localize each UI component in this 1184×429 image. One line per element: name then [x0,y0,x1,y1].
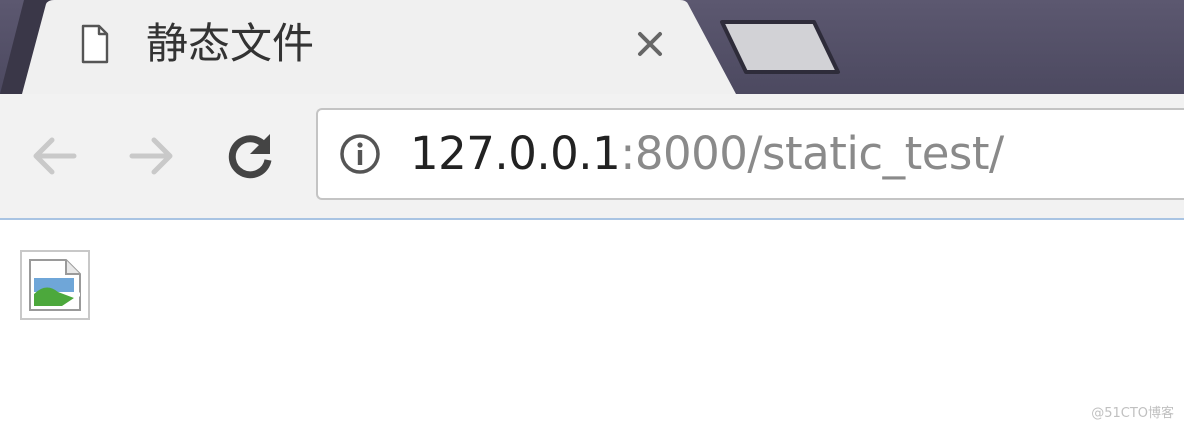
browser-window: 静态文件 127.0.0.1:8000/static_test/ @51CTO博… [0,0,1184,429]
broken-image-icon [20,250,90,320]
info-icon[interactable] [338,132,382,176]
url-path: :8000/static_test/ [620,127,1004,180]
tab-active[interactable]: 静态文件 [0,0,736,94]
address-bar[interactable]: 127.0.0.1:8000/static_test/ [316,108,1184,200]
toolbar: 127.0.0.1:8000/static_test/ [0,94,1184,220]
arrow-left-icon[interactable] [26,128,82,184]
tab-strip: 静态文件 [0,0,1184,94]
tab-shape [0,0,736,94]
reload-icon[interactable] [222,128,278,184]
close-icon[interactable] [628,22,672,66]
arrow-right-icon[interactable] [124,128,180,184]
tab-title: 静态文件 [146,19,315,68]
url-host: 127.0.0.1 [410,127,621,180]
document-icon [80,24,110,64]
url-text[interactable]: 127.0.0.1:8000/static_test/ [410,110,1004,198]
watermark: @51CTO博客 [1091,406,1174,421]
page-content: @51CTO博客 [0,220,1184,429]
new-tab-button[interactable] [718,18,842,76]
